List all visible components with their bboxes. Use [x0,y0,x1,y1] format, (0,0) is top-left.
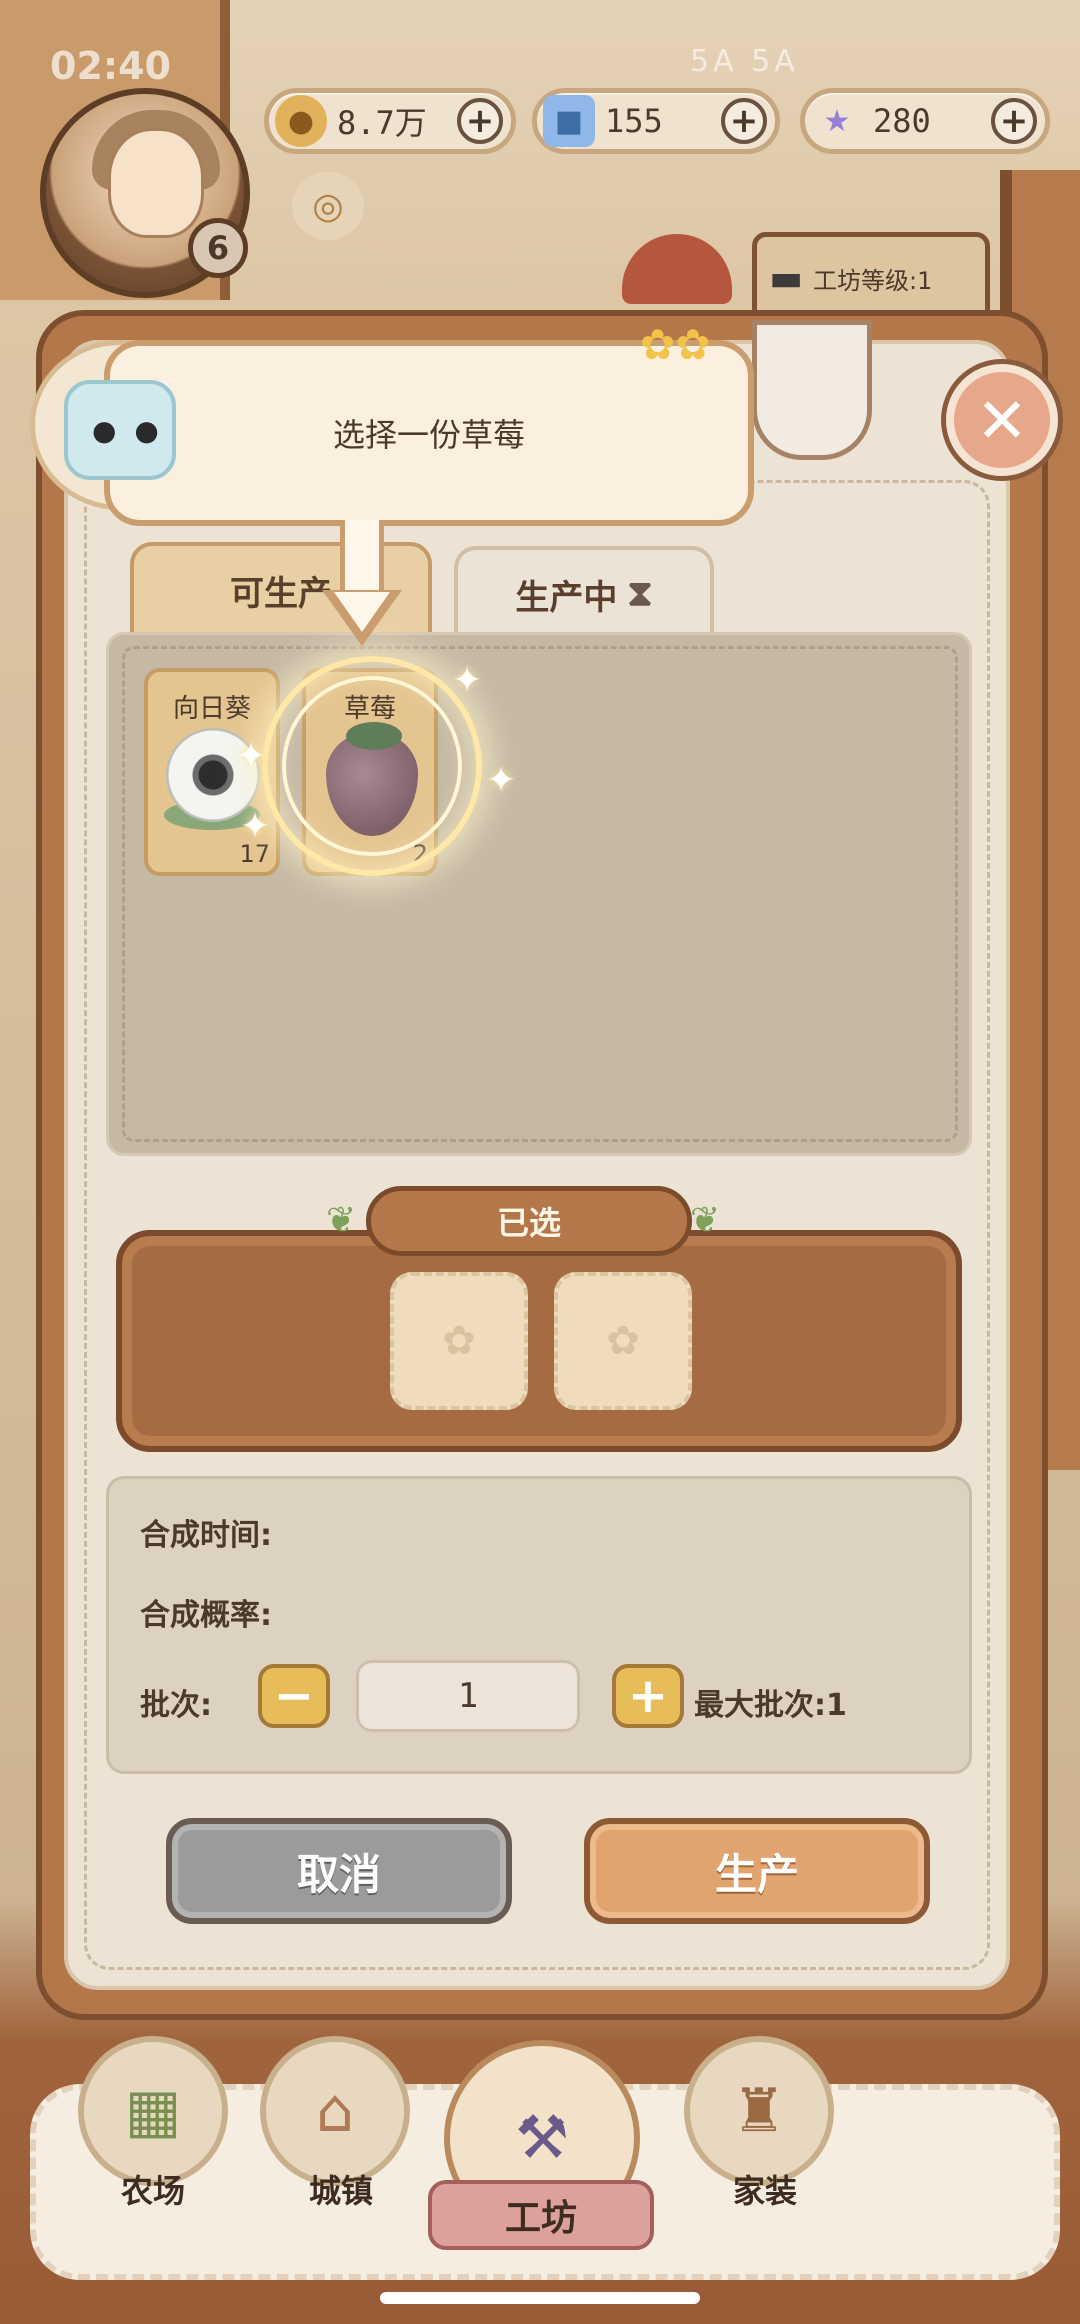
add-coin-button[interactable]: + [457,98,503,144]
selected-slot[interactable]: ✿ [390,1272,528,1410]
batch-decrease-button[interactable]: − [258,1664,330,1728]
batch-label: 批次: [140,1688,212,1723]
synthesis-time-label: 合成时间: [140,1518,272,1553]
add-star-button[interactable]: + [991,98,1037,144]
farm-icon: ▦ [124,2076,182,2146]
batch-increase-button[interactable]: + [612,1664,684,1728]
selected-slot[interactable]: ✿ [554,1272,692,1410]
nav-home-button[interactable]: ♜ [684,2036,834,2186]
coin-icon: ● [275,95,327,147]
gem-counter: ■ 155 + [532,88,780,154]
sparkle-icon: ✦ [240,806,271,847]
anvil-icon: ▬ [769,257,804,299]
leaf-icon: ❦ [690,1200,721,1241]
tutorial-arrow-head-inner [334,592,390,632]
tutorial-arrow [340,520,384,600]
nav-farm-button[interactable]: ▦ [78,2036,228,2186]
tab-producing[interactable]: 生产中 ⧗ [454,546,714,638]
nav-home-label: 家装 [732,2172,797,2210]
star-value: 280 [873,102,931,140]
status-signal: 5A 5A [690,44,799,79]
leaf-icon: ❦ [326,1200,357,1241]
nav-town-label: 城镇 [308,2172,373,2210]
selected-tray [116,1230,962,1452]
sparkle-icon: ✦ [236,736,267,777]
tab-producing-label: 生产中 [515,577,618,618]
cancel-button[interactable]: 取消 [166,1818,512,1924]
workshop-icon: ⚒ [515,2103,569,2173]
max-batch-label: 最大批次:1 [694,1688,847,1723]
workshop-level-label: 工坊等级:1 [813,266,933,295]
batch-input[interactable]: 1 [356,1660,580,1732]
selected-title: 已选 [366,1186,692,1256]
item-name: 向日葵 [172,694,251,724]
flower-decoration-icon: ✿✿ [640,320,711,369]
star-icon: ★ [823,103,851,139]
coin-value: 8.7万 [337,104,427,142]
sparkle-icon: ✦ [452,660,483,701]
close-button[interactable]: ✕ [946,364,1058,476]
add-gem-button[interactable]: + [721,98,767,144]
town-gate-icon: ⌂ [315,2076,355,2146]
avatar-face [108,128,204,238]
nav-workshop-label: 工坊 [428,2180,654,2250]
hourglass-icon: ⧗ [627,573,653,614]
pancake-icon[interactable]: ◎ [292,172,364,240]
gem-value: 155 [605,102,663,140]
synthesis-rate-label: 合成概率: [140,1598,272,1633]
sparkle-icon: ✦ [486,760,517,801]
status-time: 02:40 [50,44,171,88]
coin-counter: ● 8.7万 + [264,88,516,154]
mascot-eyes: ●● [92,414,177,447]
produce-button[interactable]: 生产 [584,1818,930,1924]
gem-icon: ■ [543,95,595,147]
star-counter: ★ 280 + [800,88,1050,154]
highlight-glow-inner [282,676,462,856]
nav-town-button[interactable]: ⌂ [260,2036,410,2186]
home-indicator[interactable] [380,2292,700,2304]
player-level-badge: 6 [188,218,248,278]
armchair-icon: ♜ [732,2076,786,2146]
mortar-decoration [752,320,872,460]
nav-farm-label: 农场 [120,2172,185,2210]
